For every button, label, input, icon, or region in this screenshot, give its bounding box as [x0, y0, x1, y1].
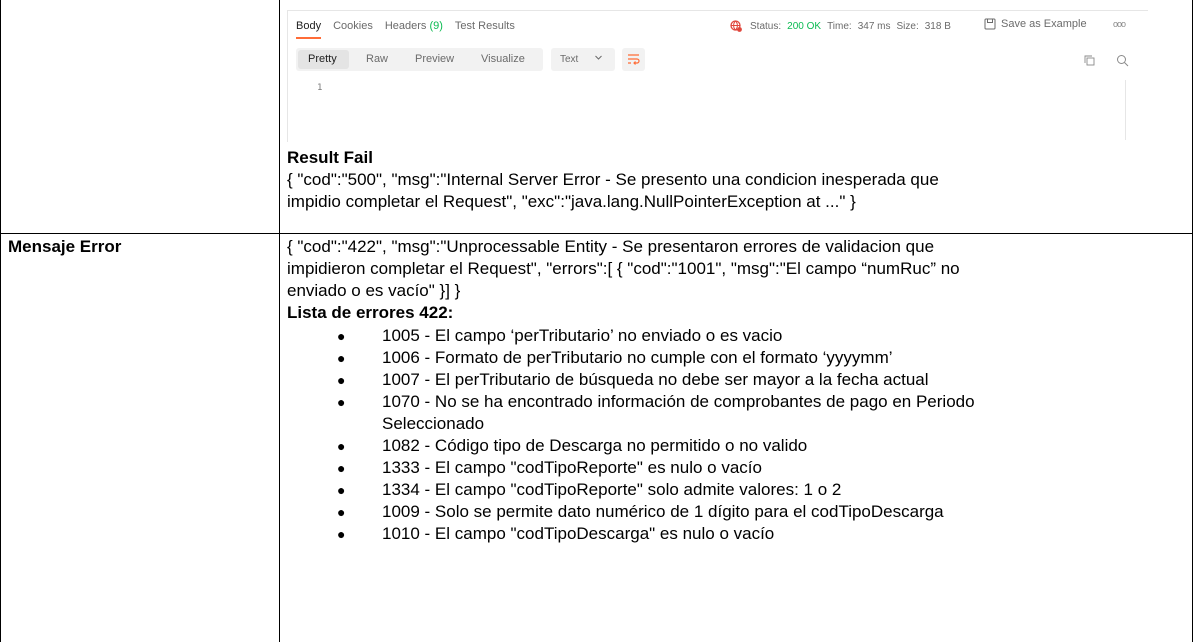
list-item: 1070 - No se ha encontrado información d… — [382, 392, 975, 411]
time-label: Time: — [827, 20, 852, 32]
tab-headers-label: Headers — [384, 20, 427, 32]
table-column-divider — [279, 0, 280, 642]
bullet-icon: ● — [337, 504, 346, 520]
result-fail-line: impidio completar el Request", "exc":"ja… — [287, 192, 856, 211]
save-as-example-label: Save as Example — [1001, 18, 1087, 30]
response-status: Status: 200 OK Time: 347 ms Size: 318 B — [730, 20, 957, 32]
save-as-example-button[interactable]: Save as Example — [984, 18, 1087, 30]
list-item-continuation: Seleccionado — [382, 414, 485, 433]
list-item: 1010 - El campo "codTipoDescarga" es nul… — [382, 524, 775, 543]
list-item: 1333 - El campo "codTipoReporte" es nulo… — [382, 458, 762, 477]
divider — [287, 10, 1148, 11]
size-value: 318 B — [924, 20, 951, 32]
tab-test-results[interactable]: Test Results — [455, 20, 515, 39]
search-icon[interactable] — [1116, 54, 1129, 67]
response-tabs: Body Cookies Headers (9) Test Results — [296, 20, 527, 39]
bullet-icon: ● — [337, 350, 346, 366]
bullet-icon: ● — [337, 460, 346, 476]
table-border-left — [0, 0, 1, 642]
tab-cookies[interactable]: Cookies — [333, 20, 373, 39]
wrap-lines-icon — [628, 54, 640, 65]
error-list-title: Lista de errores 422: — [287, 303, 454, 322]
result-fail-title: Result Fail — [287, 148, 373, 167]
more-options-icon[interactable]: ooo — [1113, 19, 1126, 29]
bullet-icon: ● — [337, 328, 346, 344]
scrollbar[interactable] — [1125, 80, 1126, 140]
view-visualize[interactable]: Visualize — [481, 53, 525, 65]
bullet-icon: ● — [337, 526, 346, 542]
bullet-icon: ● — [337, 438, 346, 454]
time-value: 347 ms — [857, 20, 891, 32]
copy-icon[interactable] — [1084, 55, 1095, 66]
result-fail-line: { "cod":"500", "msg":"Internal Server Er… — [287, 170, 939, 189]
list-item: 1007 - El perTributario de búsqueda no d… — [382, 370, 929, 389]
mensaje-error-line: { "cod":"422", "msg":"Unprocessable Enti… — [287, 237, 935, 256]
line-number: 1 — [317, 83, 323, 93]
format-select[interactable]: Text — [551, 48, 615, 71]
wrap-lines-button[interactable] — [622, 48, 645, 71]
bullet-icon: ● — [337, 394, 346, 410]
tab-body[interactable]: Body — [296, 20, 322, 39]
divider — [287, 10, 288, 142]
view-mode-bar: Pretty Raw Preview Visualize — [296, 48, 543, 71]
mensaje-error-label: Mensaje Error — [8, 237, 122, 256]
mensaje-error-line: enviado o es vacío" }] } — [287, 281, 461, 300]
list-item: 1334 - El campo "codTipoReporte" solo ad… — [382, 480, 842, 499]
bullet-icon: ● — [337, 372, 346, 388]
list-item: 1082 - Código tipo de Descarga no permit… — [382, 436, 808, 455]
globe-error-icon[interactable] — [730, 20, 742, 32]
table-row-divider — [0, 233, 1193, 234]
bullet-icon: ● — [337, 482, 346, 498]
format-select-value: Text — [560, 54, 579, 65]
status-value: 200 OK — [787, 20, 822, 32]
save-icon — [984, 18, 996, 30]
size-label: Size: — [896, 20, 919, 32]
view-pretty[interactable]: Pretty — [308, 53, 337, 65]
view-preview[interactable]: Preview — [415, 53, 454, 65]
chevron-down-icon — [595, 55, 602, 60]
status-label: Status: — [750, 20, 782, 32]
list-item: 1009 - Solo se permite dato numérico de … — [382, 502, 944, 521]
mensaje-error-line: impidieron completar el Request", "error… — [287, 259, 960, 278]
tab-headers[interactable]: Headers (9) — [385, 20, 443, 39]
list-item: 1006 - Formato de perTributario no cumpl… — [382, 348, 893, 367]
list-item: 1005 - El campo ‘perTributario’ no envia… — [382, 326, 783, 345]
response-panel-screenshot: Body Cookies Headers (9) Test Results St… — [287, 10, 1148, 142]
view-raw[interactable]: Raw — [366, 53, 388, 65]
table-border-right — [1192, 0, 1193, 642]
tab-headers-count: (9) — [429, 20, 443, 32]
